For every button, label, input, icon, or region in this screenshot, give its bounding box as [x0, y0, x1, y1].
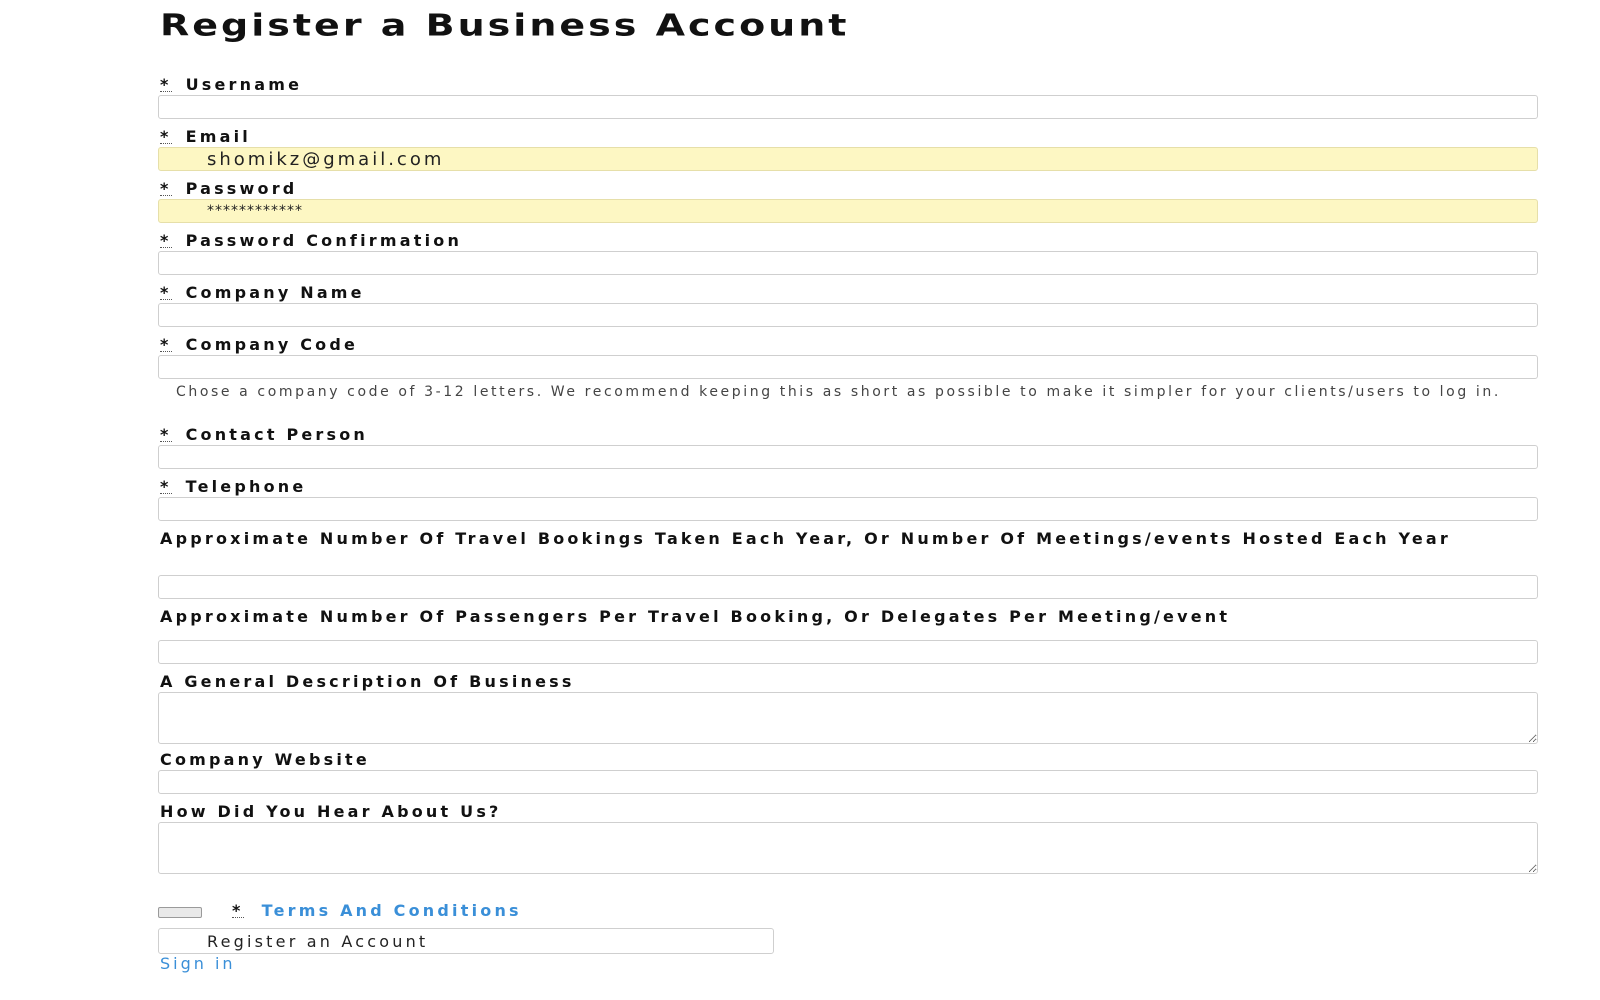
company-name-field[interactable]: [158, 303, 1538, 327]
required-marker: *: [160, 477, 172, 496]
email-field[interactable]: [158, 147, 1538, 171]
terms-label: * Terms And Conditions: [232, 901, 522, 920]
bookings-per-year-field[interactable]: [158, 575, 1538, 599]
required-marker: *: [160, 179, 172, 198]
register-account-button[interactable]: Register an Account: [158, 928, 774, 954]
username-label: * Username: [160, 75, 303, 94]
telephone-label: * Telephone: [160, 477, 307, 496]
password-label: * Password: [160, 179, 298, 198]
password-confirmation-field[interactable]: [158, 251, 1538, 275]
company-website-field[interactable]: [158, 770, 1538, 794]
bookings-per-year-label: Approximate Number Of Travel Bookings Ta…: [160, 529, 1451, 548]
required-marker: *: [160, 231, 172, 250]
hear-about-us-textarea[interactable]: [158, 822, 1538, 874]
business-description-label: A General Description Of Business: [160, 672, 575, 691]
telephone-field[interactable]: [158, 497, 1538, 521]
required-marker: *: [160, 425, 172, 444]
company-code-label: * Company Code: [160, 335, 359, 354]
contact-person-label: * Contact Person: [160, 425, 369, 444]
company-name-label: * Company Name: [160, 283, 365, 302]
required-marker: *: [160, 75, 172, 94]
password-field[interactable]: [158, 199, 1538, 223]
sign-in-link[interactable]: Sign in: [160, 956, 236, 972]
contact-person-field[interactable]: [158, 445, 1538, 469]
company-code-hint: Chose a company code of 3-12 letters. We…: [176, 384, 1501, 400]
password-confirmation-label: * Password Confirmation: [160, 231, 463, 250]
required-marker: *: [160, 335, 172, 354]
registration-page: Register a Business Account * Username * E…: [0, 0, 1600, 1000]
terms-checkbox[interactable]: [158, 907, 202, 918]
business-description-textarea[interactable]: [158, 692, 1538, 744]
passengers-per-booking-field[interactable]: [158, 640, 1538, 664]
company-code-field[interactable]: [158, 355, 1538, 379]
email-label: * Email: [160, 127, 251, 146]
passengers-per-booking-label: Approximate Number Of Passengers Per Tra…: [160, 607, 1231, 626]
required-marker: *: [160, 283, 172, 302]
company-website-label: Company Website: [160, 750, 370, 769]
required-marker: *: [232, 901, 244, 920]
terms-link[interactable]: Terms And Conditions: [262, 901, 522, 920]
required-marker: *: [160, 127, 172, 146]
page-title: Register a Business Account: [160, 7, 850, 43]
username-field[interactable]: [158, 95, 1538, 119]
hear-about-us-label: How Did You Hear About Us?: [160, 802, 502, 821]
